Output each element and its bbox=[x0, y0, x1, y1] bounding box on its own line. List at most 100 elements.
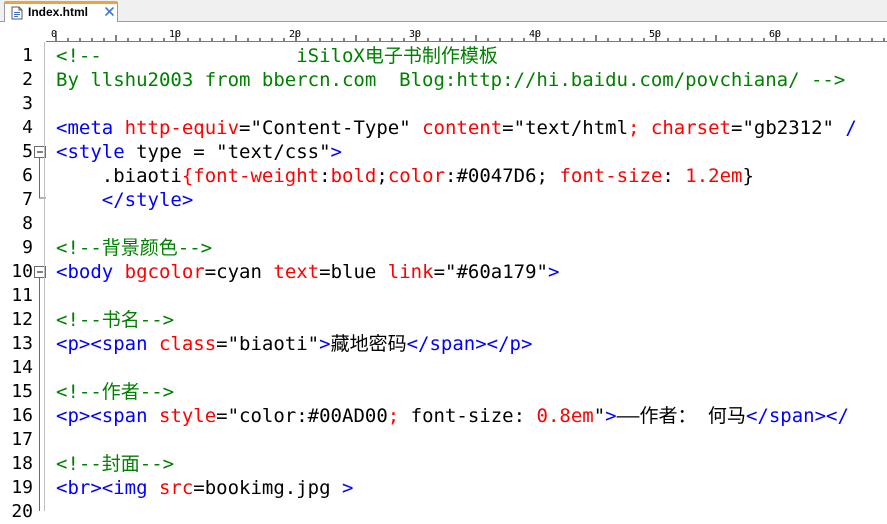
tab-bar: Index.html bbox=[0, 0, 887, 22]
brace-token: { bbox=[181, 165, 194, 187]
line-number: 12 bbox=[11, 309, 33, 330]
value-token: "biaoti" bbox=[227, 333, 320, 355]
code-line-16: <p><span style="color:#00AD00; font-size… bbox=[56, 404, 849, 428]
comment-token: <!--作者--> bbox=[56, 381, 175, 403]
attr-token: text bbox=[261, 261, 320, 283]
ruler-label-60: 60 bbox=[769, 29, 782, 40]
value-token: 0.8em bbox=[536, 405, 594, 427]
selector-token: .biaoti bbox=[56, 165, 182, 187]
code-line-1: <!-- iSiloX电子书制作模板 bbox=[56, 44, 498, 68]
tab-index-html[interactable]: Index.html bbox=[4, 1, 118, 22]
operator-token: = bbox=[730, 117, 743, 139]
value-token: " bbox=[593, 405, 606, 427]
attr-token: class bbox=[147, 333, 217, 355]
code-line-4: <meta http-equiv="Content-Type" content=… bbox=[56, 116, 857, 140]
code-line-9: <!--背景颜色--> bbox=[56, 236, 212, 260]
code-line-12: <!--书名--> bbox=[56, 308, 174, 332]
operator-token: ; bbox=[536, 165, 548, 187]
line-number: 8 bbox=[22, 213, 33, 234]
comment-token: <!--书名--> bbox=[56, 309, 175, 331]
attr-token: src bbox=[147, 477, 194, 499]
attr-token: http-equiv bbox=[113, 117, 240, 139]
ruler-label-0: 0 bbox=[51, 29, 58, 40]
operator-token: = bbox=[216, 333, 228, 355]
line-number: 5 bbox=[22, 141, 33, 162]
attr-token: bgcolor bbox=[113, 261, 205, 283]
attr-token: content bbox=[410, 117, 503, 139]
line-number: 1 bbox=[22, 45, 33, 66]
operator-token: = bbox=[502, 117, 514, 139]
brace-token: } bbox=[742, 165, 754, 187]
comment-token: By llshu2003 from bbercn.com Blog:http:/… bbox=[56, 69, 846, 91]
line-number: 13 bbox=[11, 333, 33, 354]
tag-token: <meta bbox=[56, 117, 114, 139]
value-token: blue bbox=[330, 261, 377, 283]
gutter-divider bbox=[44, 42, 45, 511]
code-line-2: By llshu2003 from bbercn.com Blog:http:/… bbox=[56, 68, 845, 92]
code-line-15: <!--作者--> bbox=[56, 380, 174, 404]
operator-token: = bbox=[216, 405, 228, 427]
code-line-7: </style> bbox=[56, 188, 194, 212]
code-line-6: .biaoti{font-weight:bold;color:#0047D6; … bbox=[56, 164, 754, 188]
line-number: 4 bbox=[22, 117, 33, 138]
column-ruler: 0 10 20 30 40 50 60 bbox=[46, 24, 887, 42]
comment-token: <!--背景颜色--> bbox=[56, 237, 213, 259]
value-token: "text/html bbox=[513, 117, 629, 139]
operator-token: : bbox=[445, 165, 457, 187]
value-token: bookimg.jpg bbox=[204, 477, 331, 499]
value-token: "gb2312" bbox=[742, 117, 834, 139]
value-token: "#60a179" bbox=[445, 261, 548, 283]
line-number: 18 bbox=[11, 453, 33, 474]
ruler-label-30: 30 bbox=[409, 29, 422, 40]
line-number: 16 bbox=[11, 405, 33, 426]
line-number: 20 bbox=[11, 501, 33, 522]
operator-token: = bbox=[239, 117, 251, 139]
tag-token: <p><span bbox=[56, 405, 148, 427]
value-token: #0047D6 bbox=[456, 165, 537, 187]
tag-token: <br><img bbox=[56, 477, 148, 499]
operator-token: ; bbox=[387, 405, 400, 427]
tag-token: > bbox=[547, 261, 560, 283]
tag-token: </span></p> bbox=[406, 333, 533, 355]
close-icon[interactable] bbox=[103, 5, 116, 18]
line-number: 17 bbox=[11, 429, 33, 450]
operator-token: = bbox=[433, 261, 446, 283]
ruler-label-20: 20 bbox=[289, 29, 302, 40]
code-editor[interactable]: <!-- iSiloX电子书制作模板 By llshu2003 from bbe… bbox=[56, 42, 887, 511]
tag-token: </style> bbox=[56, 189, 194, 211]
ruler-label-50: 50 bbox=[649, 29, 662, 40]
tag-token: > bbox=[605, 405, 617, 427]
line-number: 10 bbox=[11, 261, 33, 282]
tag-token: > bbox=[319, 333, 331, 355]
attr-token: style bbox=[147, 405, 217, 427]
code-line-19: <br><img src=bookimg.jpg > bbox=[56, 476, 353, 500]
tag-token: </span></ bbox=[745, 405, 849, 427]
line-number-gutter: 1 2 3 4 5 6 7 8 9 10 11 12 13 14 15 16 1… bbox=[0, 42, 46, 522]
comment-token: <!-- bbox=[56, 45, 102, 67]
tag-token: > bbox=[330, 141, 342, 163]
tag-token: <p><span bbox=[56, 333, 148, 355]
line-number: 9 bbox=[22, 237, 33, 258]
line-number: 6 bbox=[22, 165, 33, 186]
fold-line-icon bbox=[39, 278, 40, 511]
attr-token: link bbox=[376, 261, 434, 283]
line-number: 2 bbox=[22, 69, 33, 90]
comment-token: <!--封面--> bbox=[56, 453, 175, 475]
code-line-10: <body bgcolor=cyan text=blue link="#60a1… bbox=[56, 260, 559, 284]
ruler-label-10: 10 bbox=[169, 29, 182, 40]
ruler-label-40: 40 bbox=[529, 29, 542, 40]
tag-token: <body bbox=[56, 261, 114, 283]
tab-label: Index.html bbox=[28, 5, 89, 19]
operator-token: ; bbox=[376, 165, 388, 187]
operator-token: ; bbox=[628, 117, 640, 139]
operator-token: = bbox=[319, 261, 331, 283]
tag-token: > bbox=[330, 477, 354, 499]
text-token: 藏地密码 bbox=[330, 333, 407, 355]
value-token: "color:#00AD00 bbox=[227, 405, 388, 427]
fold-line-icon bbox=[39, 158, 46, 199]
value-token: "text/css" bbox=[216, 141, 331, 163]
tag-token: <style bbox=[56, 141, 125, 163]
line-number: 15 bbox=[11, 381, 33, 402]
value-token: cyan bbox=[216, 261, 262, 283]
operator-token: = bbox=[193, 477, 205, 499]
